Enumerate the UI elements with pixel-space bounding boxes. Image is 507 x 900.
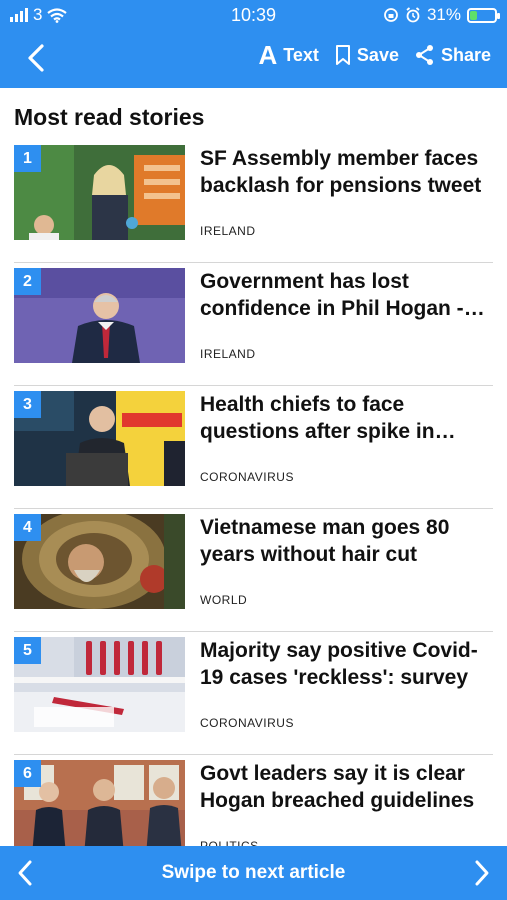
story-thumbnail: 6 [14,760,185,855]
battery-level-fill [470,10,477,20]
story-item[interactable]: 5 Majority say positive Covid-19 cases '… [0,632,507,755]
most-read-list: 1 SF Assembly member faces backlash for … [0,140,507,878]
rank-badge: 3 [14,391,41,418]
chevron-left-icon [28,44,44,72]
text-size-icon: A [258,40,278,70]
share-label: Share [440,44,491,65]
bottom-bar: Swipe to next article [0,846,507,900]
article-toolbar: A Text Save Share [0,34,507,82]
alarm-icon [406,7,420,23]
save-button[interactable]: Save [335,44,399,66]
story-item[interactable]: 2 Government has lost confidence in Phil… [0,263,507,386]
chevron-right-icon [475,860,489,886]
story-thumbnail: 2 [14,268,185,363]
story-item[interactable]: 4 Vietnamese man goes 80 years without h… [0,509,507,632]
text-size-label: Text [283,44,319,65]
rank-badge: 6 [14,760,41,787]
top-bar: 3 10:39 31% A Text Save Share [0,0,507,88]
next-article-button[interactable] [473,859,491,892]
story-headline: Vietnamese man goes 80 years without hai… [200,516,450,566]
rank-badge: 1 [14,145,41,172]
save-label: Save [356,44,399,65]
story-category: CORONAVIRUS [200,470,294,484]
battery-icon [467,7,500,23]
lock-rotation-icon [384,8,398,22]
story-category: CORONAVIRUS [200,716,294,730]
story-headline: SF Assembly member faces backlash for pe… [200,147,482,197]
story-thumbnail: 1 [14,145,185,240]
story-category: IRELAND [200,224,256,238]
story-category: WORLD [200,593,248,607]
rank-badge: 4 [14,514,41,541]
story-item[interactable]: 3 Health chiefs to face questions after … [0,386,507,509]
story-headline: Government has lost confidence in Phil H… [200,270,464,320]
bookmark-icon [335,45,350,65]
story-headline: Govt leaders say it is clear Hogan breac… [200,762,475,812]
status-bar: 3 10:39 31% [0,0,507,30]
rank-badge: 5 [14,637,41,664]
story-item[interactable]: 1 SF Assembly member faces backlash for … [0,140,507,263]
story-headline: Majority say positive Covid-19 cases 're… [200,639,478,689]
text-size-button[interactable]: A Text [258,42,318,68]
swipe-next-label[interactable]: Swipe to next article [0,862,507,884]
rank-badge: 2 [14,268,41,295]
story-thumbnail: 4 [14,514,185,609]
share-icon [415,45,433,65]
story-category: IRELAND [200,347,256,361]
section-title: Most read stories [14,104,205,130]
story-thumbnail: 3 [14,391,185,486]
story-thumbnail: 5 [14,637,185,732]
battery-percent: 31% [426,5,461,24]
share-button[interactable]: Share [415,44,491,66]
back-button[interactable] [18,40,54,76]
story-headline: Health chiefs to face questions after sp… [200,393,435,443]
